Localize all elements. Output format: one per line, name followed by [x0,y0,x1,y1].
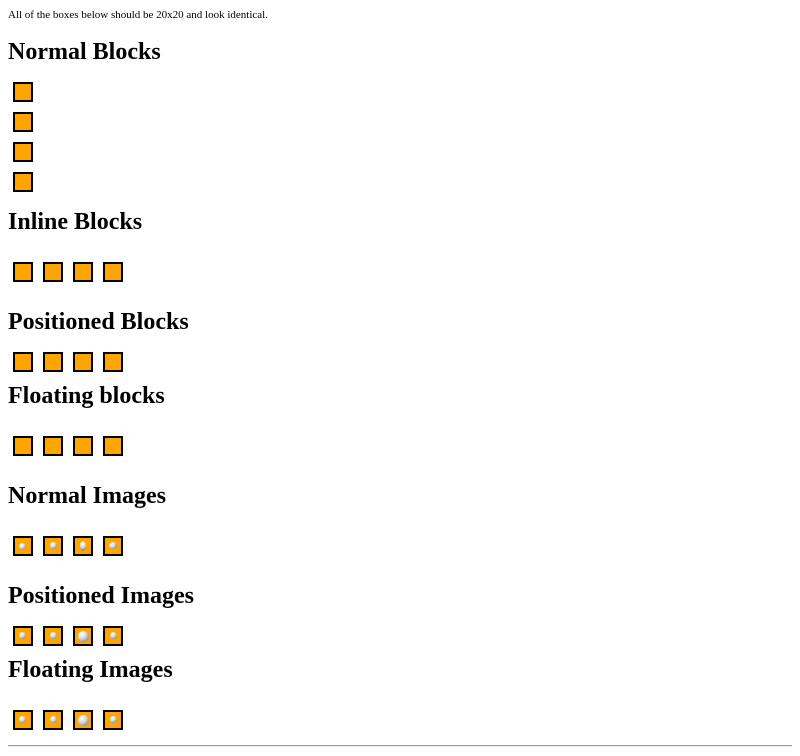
orange-square-icon [73,436,93,456]
heading-normal-images: Normal Images [8,483,166,509]
orange-square-icon [73,262,93,282]
orange-square-ball-icon [103,626,123,646]
orange-square-icon [13,436,33,456]
orange-square-icon [43,352,63,372]
orange-square-ball-icon [43,710,63,730]
orange-square-ball-icon [103,710,123,730]
heading-floating-blocks: Floating blocks [8,383,165,409]
orange-square-ball-icon [13,536,33,556]
heading-positioned-blocks: Positioned Blocks [8,309,189,335]
orange-square-icon [103,262,123,282]
orange-square-icon [13,142,33,162]
horizontal-rule [8,745,792,747]
heading-inline-blocks: Inline Blocks [8,209,143,235]
heading-normal-blocks: Normal Blocks [8,39,161,65]
heading-floating-images: Floating Images [8,657,173,683]
orange-square-ball-icon [43,626,63,646]
orange-square-ball-icon [43,536,63,556]
orange-square-ball-icon [13,626,33,646]
orange-square-ball-icon [73,626,93,646]
orange-square-icon [43,436,63,456]
orange-square-ball-icon [73,710,93,730]
orange-square-icon [43,262,63,282]
orange-square-icon [103,352,123,372]
orange-square-ball-icon [73,536,93,556]
orange-square-icon [13,262,33,282]
orange-square-icon [103,436,123,456]
heading-positioned-images: Positioned Images [8,583,194,609]
intro-text: All of the boxes below should be 20x20 a… [8,9,268,21]
orange-square-ball-icon [13,710,33,730]
orange-square-icon [73,352,93,372]
orange-square-icon [13,172,33,192]
orange-square-icon [13,352,33,372]
orange-square-icon [13,112,33,132]
orange-square-ball-icon [103,536,123,556]
orange-square-icon [13,82,33,102]
